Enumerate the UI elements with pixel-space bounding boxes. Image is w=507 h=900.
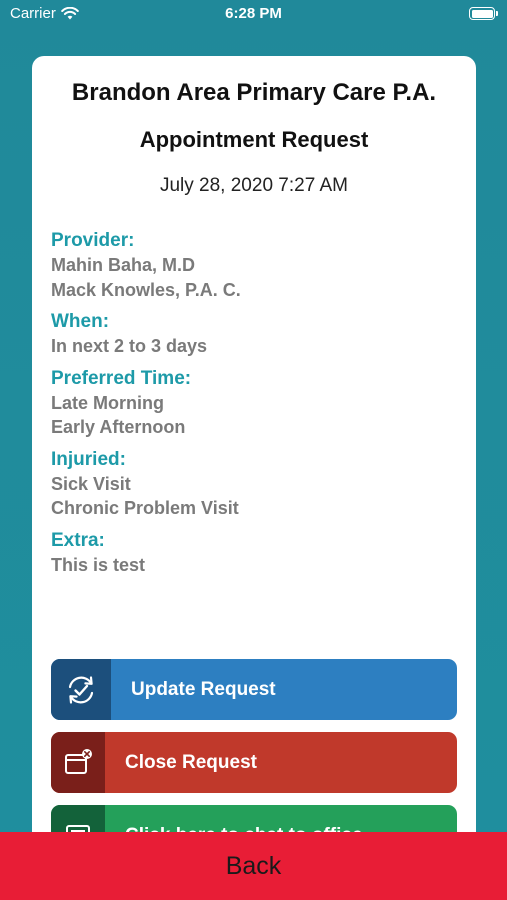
request-date: July 28, 2020 7:27 AM [159, 175, 348, 196]
status-time: 6:28 PM [225, 5, 282, 22]
clinic-name: Brandon Area Primary Care P.A. [71, 79, 437, 106]
field-value: Chronic Problem Visit [51, 498, 239, 518]
field-preferred-time: Preferred Time: Late Morning Early After… [51, 367, 476, 440]
field-value: Late Morning [51, 392, 164, 413]
appointment-card: Brandon Area Primary Care P.A. Appointme… [32, 56, 476, 856]
field-label: Extra: [51, 529, 105, 551]
field-value: In next 2 to 3 days [51, 336, 208, 356]
field-value: This is test [51, 554, 146, 575]
close-request-label: Close Request [125, 751, 257, 773]
field-value: Sick Visit [51, 473, 131, 494]
field-when: When: In next 2 to 3 days [51, 310, 476, 359]
field-provider: Provider: Mahin Baha, M.D Mack Knowles, … [51, 229, 476, 302]
field-value: Mahin Baha, M.D [51, 255, 196, 275]
request-details: Provider: Mahin Baha, M.D Mack Knowles, … [32, 229, 476, 577]
update-request-label: Update Request [131, 678, 276, 700]
refresh-check-icon [68, 675, 94, 704]
field-label: Injuried: [51, 448, 126, 470]
field-label: Preferred Time: [51, 367, 192, 389]
back-label: Back [225, 851, 282, 880]
update-request-button[interactable]: Update Request [51, 659, 457, 720]
field-extra: Extra: This is test [51, 529, 476, 578]
close-request-button[interactable]: Close Request [51, 732, 457, 793]
action-buttons: Update Request Close Request [51, 659, 457, 856]
page-title: Appointment Request [139, 127, 369, 152]
status-bar: Carrier 6:28 PM [0, 0, 507, 28]
field-label: Provider: [51, 230, 135, 251]
field-label: When: [51, 311, 110, 332]
field-value: Mack Knowles, P.A. C. [51, 279, 241, 300]
back-button[interactable]: Back [0, 832, 507, 900]
battery-icon [469, 7, 498, 20]
field-injuried: Injuried: Sick Visit Chronic Problem Vis… [51, 448, 476, 521]
close-window-icon [65, 748, 92, 774]
field-value: Early Afternoon [51, 417, 186, 437]
